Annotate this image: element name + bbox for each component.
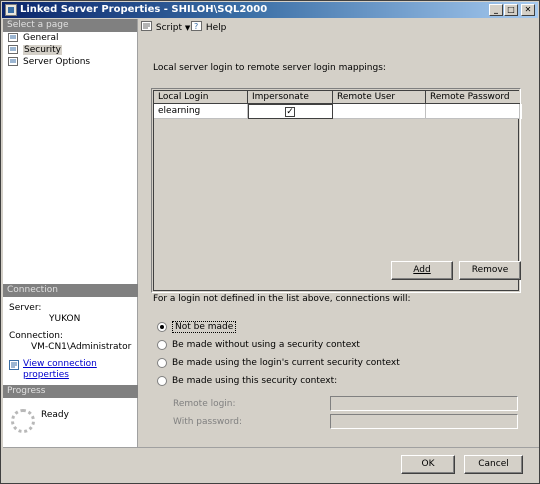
radio-current-security-context[interactable]: Be made using the login's current securi…	[157, 357, 400, 371]
radio-button[interactable]	[157, 322, 167, 332]
window-title: Linked Server Properties - SHILOH\SQL200…	[20, 4, 268, 15]
maximize-button[interactable]: □	[504, 4, 518, 16]
help-button[interactable]: ? Help	[191, 19, 226, 37]
remote-user-cell[interactable]	[333, 104, 426, 119]
toolbar: Script ▼ ? Help	[139, 19, 539, 37]
ok-button[interactable]: OK	[401, 455, 455, 474]
radio-not-be-made[interactable]: Not be made	[157, 321, 237, 335]
server-value: YUKON	[49, 314, 81, 324]
cancel-label: Cancel	[478, 459, 509, 469]
sidebar-item-label: Security	[23, 45, 62, 55]
remote-password-cell[interactable]	[426, 104, 520, 119]
radio-button[interactable]	[157, 376, 167, 386]
column-header[interactable]: Local Login	[154, 91, 248, 104]
close-button[interactable]: ✕	[521, 4, 535, 16]
mappings-caption: Local server login to remote server logi…	[153, 63, 386, 73]
column-header[interactable]: Remote User	[333, 91, 426, 104]
script-button[interactable]: Script ▼	[141, 19, 190, 37]
help-label: Help	[205, 23, 227, 33]
dialog-footer: OK Cancel	[3, 447, 539, 483]
connection-section: Connection Server: YUKON Connection: VM-…	[3, 284, 138, 381]
progress-section: Progress Ready	[3, 385, 138, 433]
page-icon	[8, 33, 18, 42]
select-page-header: Select a page	[3, 19, 137, 32]
view-connection-link[interactable]: View connection properties	[23, 359, 97, 380]
properties-icon	[9, 360, 19, 370]
progress-status: Ready	[41, 410, 69, 420]
radio-label: Be made using the login's current securi…	[172, 358, 400, 368]
minimize-button[interactable]: _	[489, 4, 503, 16]
add-button[interactable]: Add	[391, 261, 453, 280]
remote-login-input[interactable]	[330, 396, 518, 411]
sidebar-item-label: General	[23, 33, 59, 43]
dialog-window: Linked Server Properties - SHILOH\SQL200…	[0, 0, 540, 484]
left-pane: Select a page General Security Server Op…	[3, 19, 138, 447]
title-bar: Linked Server Properties - SHILOH\SQL200…	[2, 2, 538, 18]
sidebar-item-security[interactable]: Security	[3, 44, 137, 56]
help-icon: ?	[191, 21, 202, 31]
radio-button[interactable]	[157, 340, 167, 350]
add-label: Add	[413, 265, 431, 275]
progress-header: Progress	[3, 385, 138, 398]
radio-button[interactable]	[157, 358, 167, 368]
table-row[interactable]: elearning ✓	[154, 104, 522, 119]
radio-label: Be made using this security context:	[172, 376, 338, 386]
ok-label: OK	[421, 459, 435, 469]
connection-label: Connection:	[9, 331, 63, 341]
radio-this-security-context[interactable]: Be made using this security context:	[157, 375, 337, 389]
radio-without-security-context[interactable]: Be made without using a security context	[157, 339, 360, 353]
impersonate-cell[interactable]: ✓	[248, 104, 333, 119]
page-icon	[8, 45, 18, 54]
password-input[interactable]	[330, 414, 518, 429]
impersonate-checkbox[interactable]: ✓	[285, 107, 295, 117]
linked-server-icon	[5, 4, 17, 16]
radio-label: Not be made	[172, 321, 237, 333]
page-icon	[8, 57, 18, 66]
local-login-cell[interactable]: elearning	[154, 104, 248, 119]
sidebar-item-general[interactable]: General	[3, 32, 137, 44]
remove-label: Remove	[471, 265, 509, 275]
progress-spinner-icon	[11, 409, 35, 433]
password-label: With password:	[173, 417, 243, 427]
remove-button[interactable]: Remove	[459, 261, 521, 280]
server-label: Server:	[9, 303, 42, 313]
sidebar-item-server-options[interactable]: Server Options	[3, 56, 137, 68]
chevron-down-icon: ▼	[184, 24, 191, 32]
script-label: Script	[155, 23, 182, 33]
remote-login-label: Remote login:	[173, 399, 236, 409]
radio-label: Be made without using a security context	[172, 340, 360, 350]
sidebar-item-label: Server Options	[23, 57, 91, 67]
column-header[interactable]: Impersonate	[248, 91, 333, 104]
view-connection-properties[interactable]: View connection properties	[9, 359, 138, 381]
security-page: Local server login to remote server logi…	[139, 37, 539, 447]
connection-value: VM-CN1\Administrator	[31, 342, 132, 352]
grid-header: Local Login Impersonate Remote User Remo…	[154, 91, 522, 104]
connection-header: Connection	[3, 284, 138, 297]
cancel-button[interactable]: Cancel	[464, 455, 523, 474]
script-icon	[141, 21, 152, 31]
fallback-question: For a login not defined in the list abov…	[153, 294, 411, 304]
svg-text:?: ?	[194, 22, 198, 31]
column-header[interactable]: Remote Password	[426, 91, 520, 104]
